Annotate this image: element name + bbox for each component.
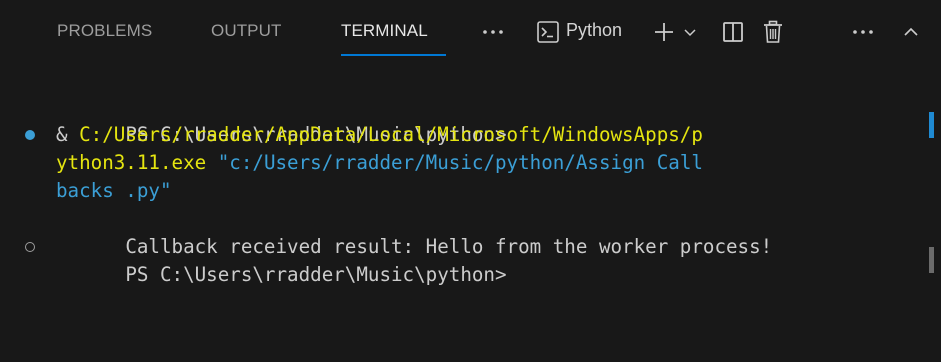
terminal-profile-label: Python <box>566 20 623 40</box>
plus-icon[interactable] <box>651 17 677 47</box>
terminal-line: backs .py" <box>56 177 172 205</box>
panel-tab-bar: PROBLEMS OUTPUT TERMINAL Python <box>0 0 941 66</box>
trash-icon[interactable] <box>760 17 786 47</box>
scrollbar-marker <box>929 247 934 273</box>
terminal-line: PS C:\Users\rradder\Music\python> <box>56 233 506 286</box>
chevron-down-icon[interactable] <box>680 17 700 47</box>
terminal-line: & C:/Users/rradder/AppData/Local/Microso… <box>56 121 703 149</box>
terminal-line: PS C:\Users\rradder\Music\python> <box>56 93 506 146</box>
chevron-up-icon[interactable] <box>899 17 923 47</box>
command-path-cont: ython3.11.exe <box>56 151 207 174</box>
command-argument-cont: backs .py" <box>56 179 172 202</box>
more-actions-icon[interactable] <box>848 17 878 47</box>
command-path: C:/Users/rradder/AppData/Local/Microsoft… <box>79 123 703 146</box>
scrollbar[interactable] <box>927 0 941 362</box>
tab-problems[interactable]: PROBLEMS <box>57 21 152 41</box>
command-prefix: & <box>56 123 80 146</box>
terminal-panel: PROBLEMS OUTPUT TERMINAL Python PS C:\Us… <box>0 0 941 362</box>
terminal-line: ython3.11.exe "c:/Users/rradder/Music/py… <box>56 149 703 177</box>
command-pending-icon[interactable] <box>25 242 35 252</box>
split-icon[interactable] <box>720 17 746 47</box>
more-icon[interactable] <box>478 17 508 47</box>
terminal-output[interactable]: PS C:\Users\rradder\Music\python> & C:/U… <box>0 88 930 362</box>
terminal-line: Callback received result: Hello from the… <box>56 205 772 258</box>
prompt-text: PS C:\Users\rradder\Music\python> <box>125 263 507 286</box>
active-tab-indicator <box>341 54 446 56</box>
command-argument: "c:/Users/rradder/Music/python/Assign Ca… <box>217 151 703 174</box>
command-success-icon[interactable] <box>25 130 35 140</box>
scrollbar-marker <box>929 112 934 138</box>
tab-terminal[interactable]: TERMINAL <box>341 21 428 41</box>
terminal-icon <box>536 17 560 47</box>
tab-output[interactable]: OUTPUT <box>211 21 281 41</box>
